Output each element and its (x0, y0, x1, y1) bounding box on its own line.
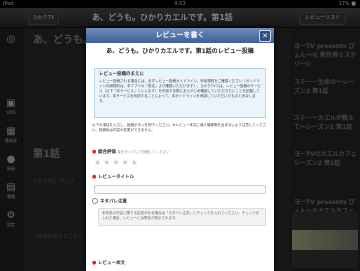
dialog-title: レビューを書く (155, 31, 205, 39)
notice-box: レビュー投稿のまえに レビュー投稿される場合には、必ずレビュー投稿ガイドライン、… (94, 68, 266, 118)
notice-heading: レビュー投稿のまえに (99, 72, 144, 77)
rating-stars[interactable]: ★★★★★ (94, 158, 140, 168)
review-subject-title: あ、どうも。ひかりカエルです。第1話のレビュー投稿 (106, 48, 254, 55)
dialog-header: レビューを書く (86, 28, 274, 43)
spoiler-info-box: 本作品の内容に関する記述がある場合は「ネタバレ注意」にチェックを入れてください。… (98, 208, 266, 226)
notice-body: レビュー投稿される場合には、必ずレビュー投稿ガイドライン、利用規約をご確認くださ… (99, 79, 261, 103)
spoiler-info-text: 本作品の内容に関する記述がある場合は「ネタバレ注意」にチェックを入れてください。… (102, 211, 260, 220)
review-title-input[interactable] (94, 185, 266, 194)
rating-section-label: ● 総合評価 星をタップして評価してください (92, 149, 170, 155)
review-dialog: レビューを書く ✕ あ、どうも。ひかりカエルです。第1話のレビュー投稿 レビュー… (86, 28, 274, 271)
spoiler-checkbox[interactable] (92, 198, 98, 204)
spoiler-section-label: ネタバレ注意 (92, 198, 127, 206)
body-section-label: ● レビュー本文 (92, 260, 125, 266)
title-section-label: ● レビュータイトル (92, 174, 134, 180)
close-button[interactable]: ✕ (259, 30, 271, 42)
close-icon: ✕ (262, 32, 268, 40)
instruction-note: 以下の項目を入力し、投稿ボタンを押下ください。※レビュー本文に個人情報等を含まな… (92, 123, 267, 132)
